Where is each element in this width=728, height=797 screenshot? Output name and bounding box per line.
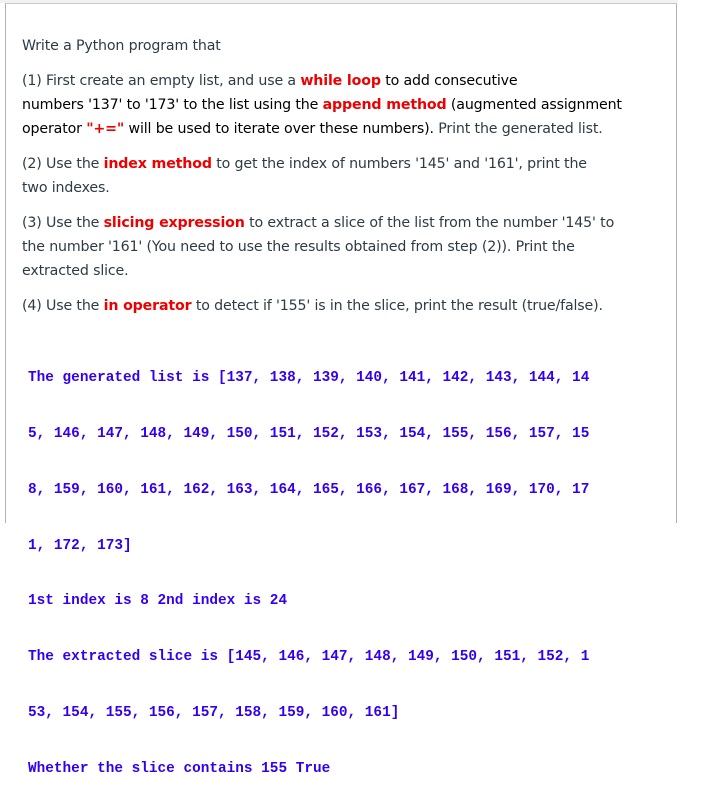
output-line: The generated list is [137, 138, 139, 14…: [28, 370, 590, 387]
output-line: Whether the slice contains 155 True: [28, 760, 331, 777]
output-line: 53, 154, 155, 156, 157, 158, 159, 160, 1…: [28, 704, 400, 721]
output-line: 1st index is 8 2nd index is 24: [28, 593, 288, 610]
keyword-plus-equals: "+=": [86, 121, 125, 137]
keyword-slicing-expression: slicing expression: [103, 215, 245, 231]
step-1-text: to add consecutive: [380, 73, 518, 89]
step-3: (3) Use the slicing expression to extrac…: [22, 211, 627, 283]
step-1-text: (1) First create an empty list, and use …: [22, 73, 301, 89]
step-4: (4) Use the in operator to detect if '15…: [22, 294, 662, 318]
intro-label: Write a Python program that: [22, 38, 221, 54]
output-line: 5, 146, 147, 148, 149, 150, 151, 152, 15…: [28, 425, 590, 442]
keyword-append-method: append method: [322, 97, 447, 113]
step-1-text: Print the generated list.: [438, 121, 603, 137]
step-1-text: will be used to iterate over these numbe…: [124, 121, 439, 137]
step-2: (2) Use the index method to get the inde…: [22, 152, 612, 200]
intro-text: Write a Python program that: [22, 34, 662, 58]
output-line: The extracted slice is [145, 146, 147, 1…: [28, 649, 590, 666]
output-line: 1, 172, 173]: [28, 537, 132, 554]
step-4-text: to detect if '155' is in the slice, prin…: [191, 298, 603, 314]
program-output: The generated list is [137, 138, 139, 14…: [28, 332, 668, 797]
step-2-text: (2) Use the: [22, 156, 104, 172]
keyword-while-loop: while loop: [300, 73, 381, 89]
step-1: (1) First create an empty list, and use …: [22, 69, 662, 141]
keyword-index-method: index method: [103, 156, 212, 172]
step-4-text: (4) Use the: [22, 298, 104, 314]
step-1-text: (augmented assignment: [446, 97, 622, 113]
step-1-text: numbers '137' to '173' to the list using…: [22, 97, 323, 113]
question-content: Write a Python program that (1) First cr…: [22, 34, 662, 329]
keyword-in-operator: in operator: [103, 298, 192, 314]
step-3-text: (3) Use the: [22, 215, 104, 231]
output-line: 8, 159, 160, 161, 162, 163, 164, 165, 16…: [28, 481, 590, 498]
step-1-text: operator: [22, 121, 87, 137]
